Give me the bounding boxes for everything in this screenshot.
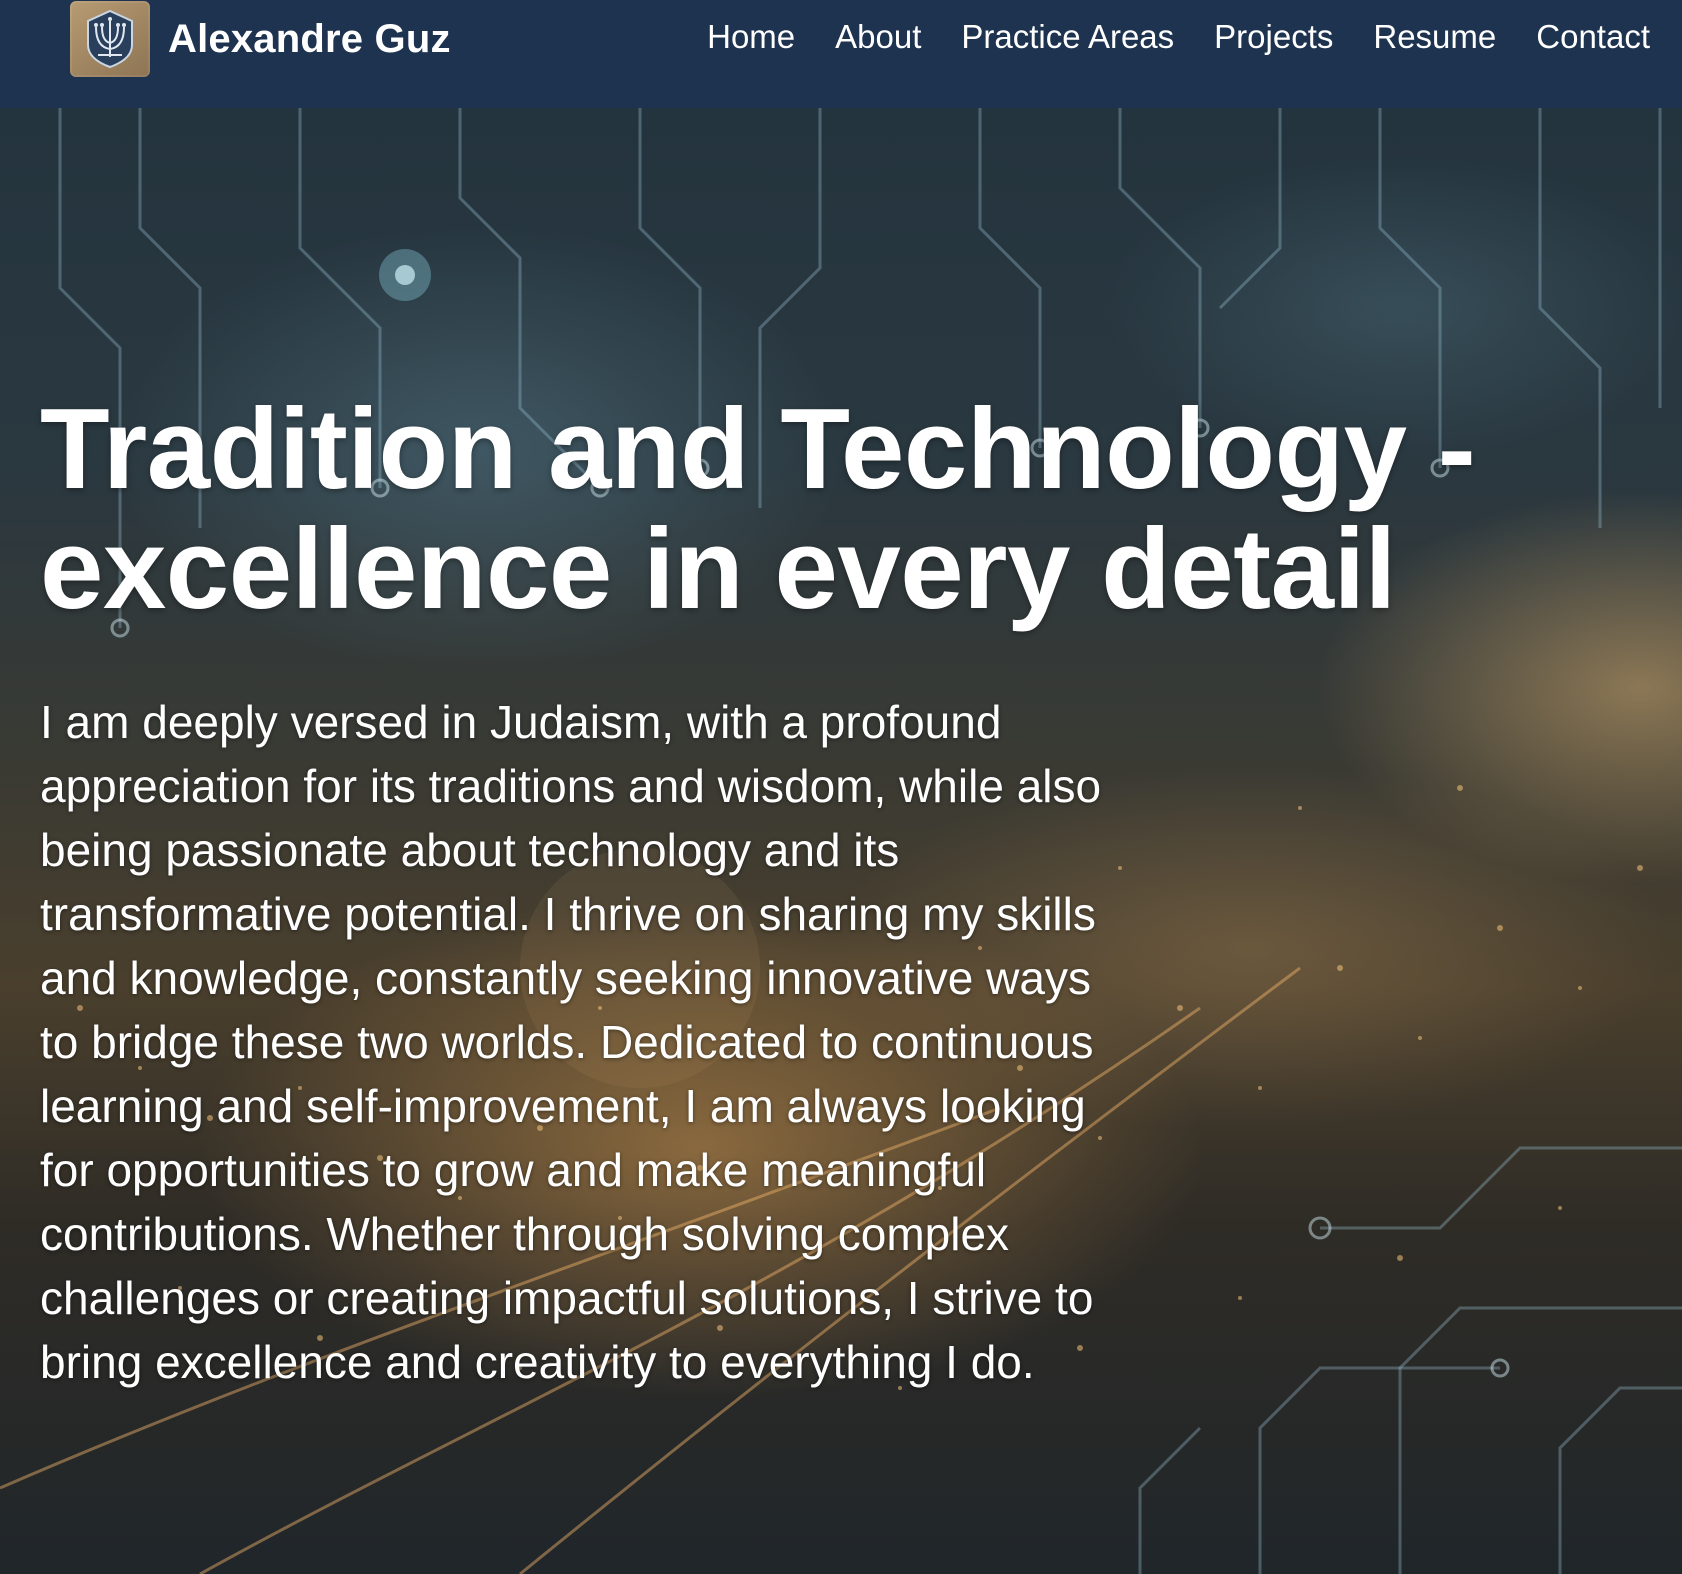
brand-name[interactable]: Alexandre Guz [168,17,451,62]
nav-contact[interactable]: Contact [1536,20,1650,53]
site-header: Alexandre Guz Home About Practice Areas … [0,0,1682,108]
circuit-menorah-logo-icon[interactable] [70,1,150,77]
main-nav: Home About Practice Areas Projects Resum… [707,0,1650,72]
hero-title: Tradition and Technology - excellence in… [40,386,1476,633]
nav-practice-areas[interactable]: Practice Areas [961,20,1174,53]
nav-resume[interactable]: Resume [1373,20,1496,53]
nav-projects[interactable]: Projects [1214,20,1333,53]
hero-body-text: I am deeply versed in Judaism, with a pr… [40,696,1102,1388]
nav-about[interactable]: About [835,20,921,53]
nav-home[interactable]: Home [707,20,795,53]
brand[interactable]: Alexandre Guz [70,0,451,78]
page: Alexandre Guz Home About Practice Areas … [0,0,1682,1574]
hero-section: Tradition and Technology - excellence in… [0,108,1682,1574]
